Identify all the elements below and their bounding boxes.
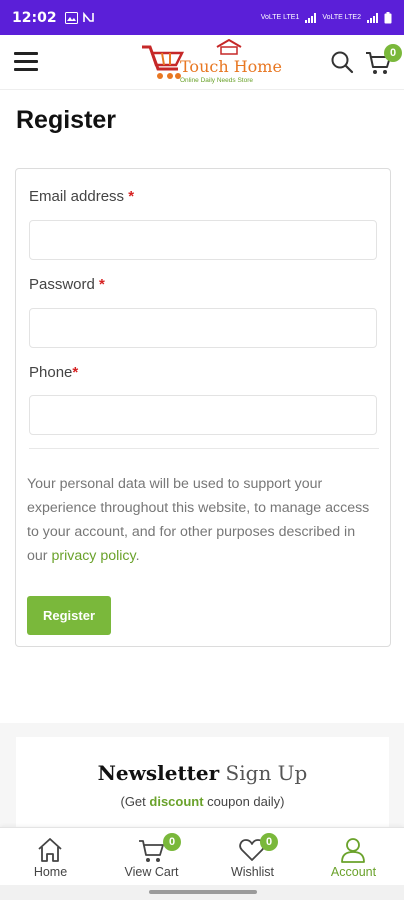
newsletter-sub-after: coupon daily): [203, 794, 285, 809]
nav-account[interactable]: Account: [303, 828, 404, 886]
form-divider: [29, 448, 379, 449]
newsletter-discount-highlight: discount: [149, 794, 204, 809]
nav-view-cart-label: View Cart: [124, 865, 179, 879]
header-cart-button[interactable]: 0: [364, 44, 402, 81]
newsletter-title-bold: Newsletter: [97, 761, 220, 785]
newsletter-card: Newsletter Sign Up (Get discount coupon …: [16, 737, 389, 827]
page-title: Register: [16, 106, 117, 134]
nav-cart-badge: 0: [163, 833, 181, 851]
privacy-policy-link[interactable]: privacy policy: [51, 548, 135, 564]
house-logo-icon: [216, 39, 242, 55]
network-label-1: VoLTE LTE1: [260, 14, 300, 21]
phone-label-text: Phone: [29, 364, 73, 381]
top-app-bar: Touch Home Online Daily Needs Store 0: [0, 35, 404, 90]
phone-field[interactable]: [29, 395, 377, 435]
home-gesture-pill[interactable]: [149, 890, 257, 894]
signal-icon: [305, 12, 317, 23]
phone-label: Phone*: [29, 364, 78, 381]
status-notification-icons: [64, 11, 95, 24]
nav-account-label: Account: [330, 865, 377, 879]
required-mark: *: [99, 276, 105, 293]
network-label-2: VoLTE LTE2: [322, 14, 361, 21]
password-label: Password *: [29, 276, 105, 293]
menu-icon[interactable]: [14, 52, 38, 72]
newsletter-subtitle: (Get discount coupon daily): [16, 794, 389, 809]
logo-tagline: Online Daily Needs Store: [180, 77, 253, 84]
logo-brand-text: Touch Home: [180, 57, 282, 76]
home-icon: [38, 838, 62, 862]
site-logo[interactable]: Touch Home Online Daily Needs Store: [140, 39, 282, 87]
bottom-navigation: Home 0 View Cart 0 Wishlist Account: [0, 827, 404, 885]
newsletter-title: Newsletter Sign Up: [16, 761, 389, 785]
nav-view-cart[interactable]: 0 View Cart: [101, 828, 202, 886]
required-mark: *: [128, 188, 135, 205]
cart-icon: [139, 840, 164, 862]
nav-wishlist[interactable]: 0 Wishlist: [202, 828, 303, 886]
gallery-icon: [64, 11, 78, 24]
privacy-end: .: [135, 548, 140, 564]
password-field[interactable]: [29, 308, 377, 348]
signal-icon-2: [367, 12, 378, 23]
status-time: 12:02: [12, 9, 57, 26]
email-field[interactable]: [29, 220, 377, 260]
password-label-text: Password: [29, 276, 95, 293]
gesture-bar: [0, 885, 404, 900]
header-cart-badge: 0: [384, 44, 402, 62]
register-button[interactable]: Register: [27, 596, 111, 635]
newsletter-title-light: Sign Up: [225, 761, 308, 785]
nfc-icon: [82, 11, 94, 22]
privacy-notice: Your personal data will be used to suppo…: [27, 472, 377, 568]
newsletter-sub-before: (Get: [120, 794, 150, 809]
email-label-text: Email address: [29, 188, 125, 205]
required-mark: *: [72, 364, 79, 381]
status-right: VoLTE LTE1 VoLTE LTE2: [260, 11, 392, 24]
shopping-cart-logo-icon: [142, 45, 185, 79]
nav-home[interactable]: Home: [0, 828, 101, 886]
user-icon: [341, 838, 365, 863]
register-form: Email address * Password * Phone* Your p…: [15, 168, 391, 647]
nav-wishlist-badge: 0: [260, 833, 278, 851]
nav-wishlist-label: Wishlist: [230, 865, 275, 879]
email-label: Email address *: [29, 188, 134, 205]
battery-icon: [384, 11, 392, 23]
nav-home-label: Home: [33, 865, 68, 879]
status-bar: 12:02 VoLTE LTE1 VoLTE LTE2: [0, 0, 404, 35]
search-icon[interactable]: [330, 50, 354, 74]
